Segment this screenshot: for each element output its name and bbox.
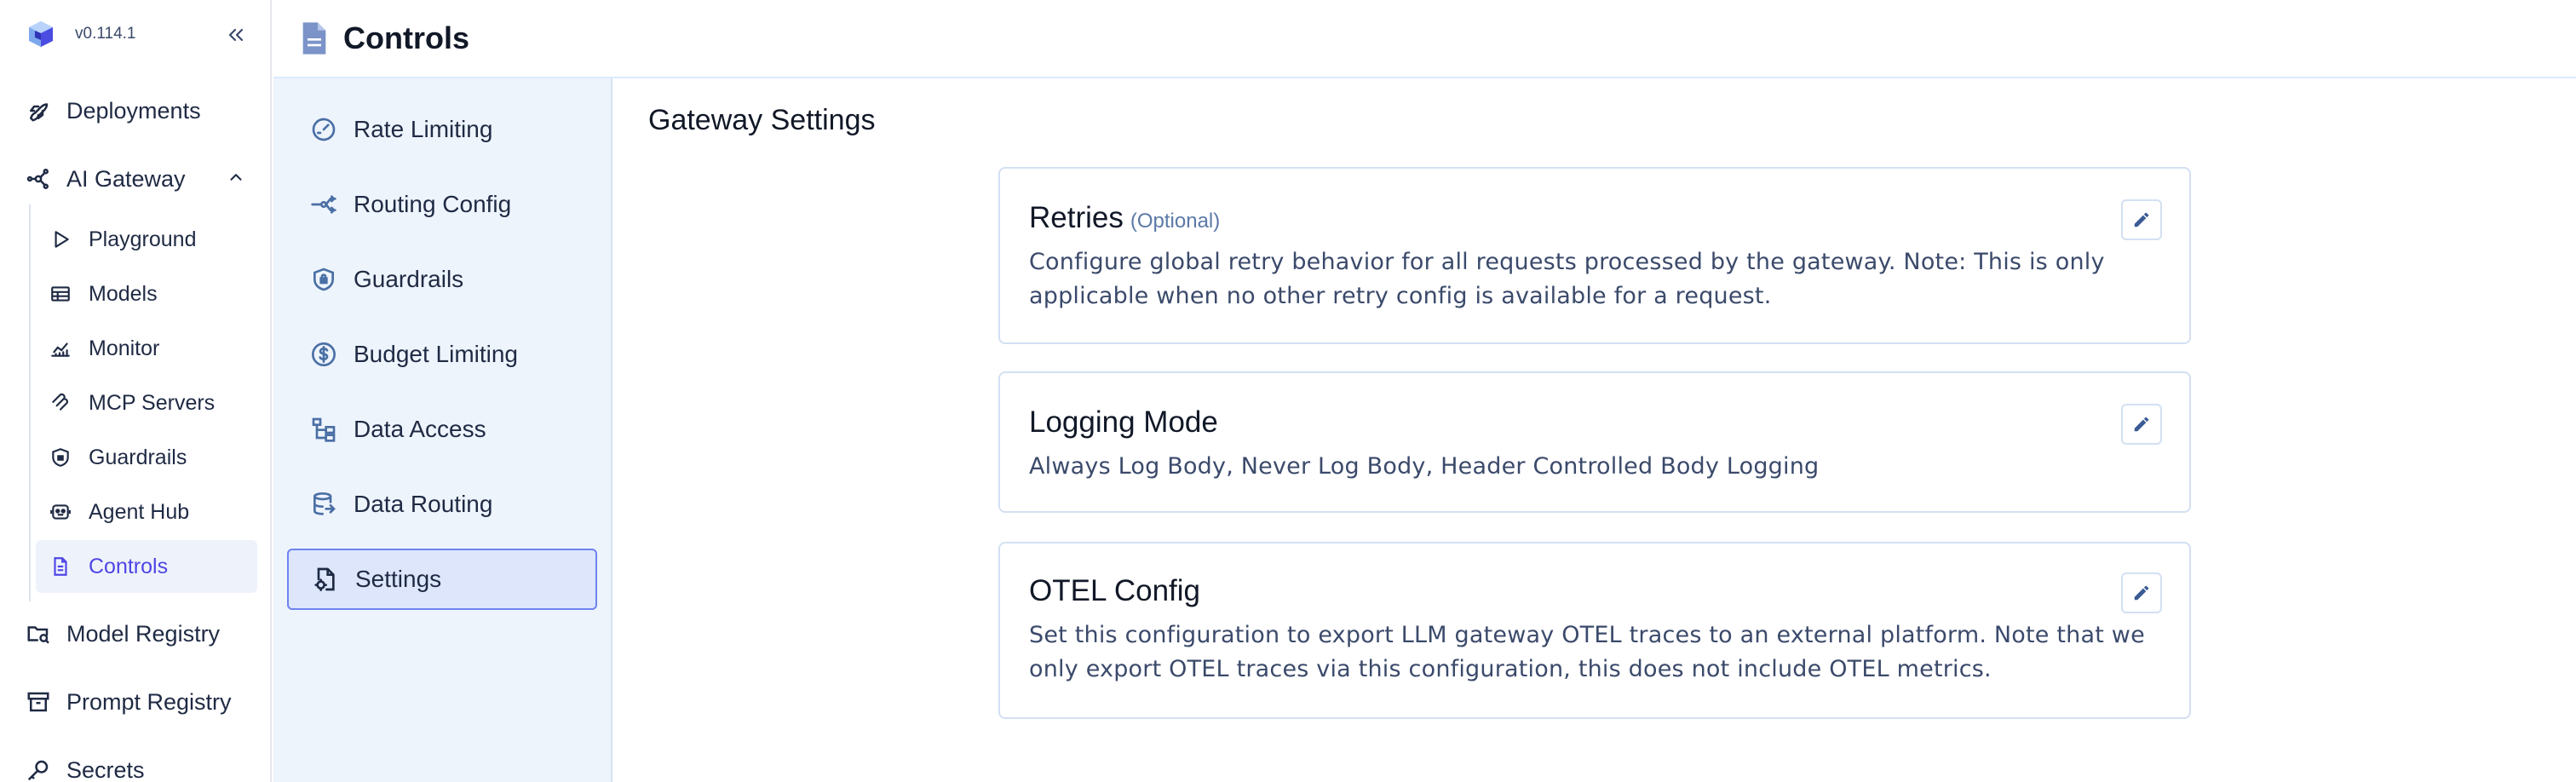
menu-item-label: Guardrails: [354, 266, 464, 292]
rocket-icon: [24, 96, 53, 125]
document-icon: [297, 20, 331, 57]
double-chevron-left-icon: [228, 28, 244, 42]
edit-otel-config-button[interactable]: [2121, 572, 2162, 613]
document-icon: [48, 554, 73, 579]
sidebar-item-label: Monitor: [89, 336, 160, 360]
controls-menu-item-routing-config[interactable]: Routing Config: [287, 174, 597, 235]
controls-menu-item-rate-limiting[interactable]: Rate Limiting: [287, 99, 597, 160]
shield-lock-icon: [309, 265, 338, 294]
nav-item-prompt-registry[interactable]: Prompt Registry: [0, 687, 272, 717]
controls-menu: Rate Limiting Routing Config Guardrails …: [273, 78, 612, 782]
settings-card-retries: Retries (Optional) Configure global retry…: [998, 167, 2191, 344]
nav-item-label: AI Gateway: [66, 165, 186, 192]
pencil-icon: [2134, 212, 2149, 227]
nav-item-label: Model Registry: [66, 620, 221, 647]
menu-item-label: Settings: [355, 566, 442, 592]
routing-icon: [309, 190, 338, 219]
page-title: Controls: [343, 20, 469, 55]
chart-line-icon: [48, 336, 73, 361]
menu-item-label: Budget Limiting: [354, 341, 519, 367]
nav-item-deployments[interactable]: Deployments: [0, 95, 272, 126]
pencil-icon: [2134, 585, 2149, 601]
section-title: Gateway Settings: [648, 104, 876, 136]
nav-item-label: Secrets: [66, 756, 145, 782]
shield-icon: [48, 445, 73, 470]
nav-item-ai-gateway[interactable]: AI Gateway: [0, 164, 272, 194]
sidebar-item-label: Models: [89, 281, 158, 306]
left-nav: v0.114.1 Deployments AI Gateway Playgrou…: [0, 0, 272, 782]
settings-card-logging-mode: Logging Mode Always Log Body, Never Log …: [998, 371, 2191, 513]
main-content: Gateway Settings Retries (Optional) Confi…: [614, 78, 2576, 782]
controls-menu-item-data-routing[interactable]: Data Routing: [287, 474, 597, 535]
nav-item-model-registry[interactable]: Model Registry: [0, 618, 272, 649]
card-title: Retries (Optional): [1029, 201, 1220, 235]
sidebar-item-label: MCP Servers: [89, 390, 216, 415]
menu-item-label: Routing Config: [354, 191, 512, 217]
dollar-circle-icon: [309, 340, 338, 369]
menu-item-label: Rate Limiting: [354, 116, 493, 142]
edit-logging-mode-button[interactable]: [2121, 404, 2162, 445]
card-description: Configure global retry behavior for all …: [1029, 249, 2105, 309]
sidebar-item-models[interactable]: Models: [36, 267, 257, 320]
gateway-nodes-icon: [24, 164, 53, 193]
sidebar-item-mcp-servers[interactable]: MCP Servers: [36, 377, 257, 429]
sidebar-item-label: Playground: [89, 227, 197, 251]
sidebar-item-label: Agent Hub: [89, 499, 190, 524]
card-title: Logging Mode: [1029, 405, 1218, 439]
mcp-icon: [48, 390, 73, 416]
gauge-icon: [309, 115, 338, 144]
play-icon: [48, 227, 73, 252]
nav-item-label: Prompt Registry: [66, 688, 232, 715]
sidebar-item-controls[interactable]: Controls: [36, 540, 257, 593]
controls-menu-item-budget-limiting[interactable]: Budget Limiting: [287, 324, 597, 385]
controls-menu-item-guardrails[interactable]: Guardrails: [287, 249, 597, 310]
optional-label: (Optional): [1130, 210, 1221, 233]
file-settings-icon: [311, 565, 340, 594]
controls-menu-item-settings[interactable]: Settings: [287, 549, 597, 610]
card-description: Set this configuration to export LLM gat…: [1029, 622, 2145, 682]
card-title: OTEL Config: [1029, 574, 1201, 607]
sidebar-item-monitor[interactable]: Monitor: [36, 322, 257, 375]
robot-icon: [48, 499, 73, 525]
sidebar-item-label: Controls: [89, 554, 169, 578]
hierarchy-icon: [309, 415, 338, 444]
version-label: v0.114.1: [75, 25, 136, 43]
folder-search-icon: [24, 619, 53, 648]
database-route-icon: [309, 490, 338, 519]
sidebar-item-playground[interactable]: Playground: [36, 213, 257, 266]
key-icon: [24, 756, 53, 782]
card-title-text: Retries: [1029, 201, 1124, 234]
collapse-sidebar-button[interactable]: [223, 22, 249, 48]
app-root: v0.114.1 Deployments AI Gateway Playgrou…: [0, 0, 2576, 782]
controls-menu-item-data-access[interactable]: Data Access: [287, 399, 597, 460]
chevron-up-icon[interactable]: [227, 168, 245, 191]
pencil-icon: [2134, 417, 2149, 432]
table-icon: [48, 281, 73, 307]
sidebar-item-agent-hub[interactable]: Agent Hub: [36, 486, 257, 538]
brand: v0.114.1: [26, 19, 135, 49]
subtree-line: [29, 204, 31, 601]
sidebar-item-label: Guardrails: [89, 445, 187, 469]
sidebar-item-guardrails[interactable]: Guardrails: [36, 431, 257, 484]
page-header: Controls: [273, 0, 2576, 78]
nav-item-label: Deployments: [66, 97, 201, 124]
menu-item-label: Data Routing: [354, 491, 493, 517]
edit-retries-button[interactable]: [2121, 199, 2162, 240]
settings-card-otel-config: OTEL Config Set this configuration to ex…: [998, 542, 2191, 719]
card-description: Always Log Body, Never Log Body, Header …: [1029, 453, 1820, 480]
truefoundry-cube-logo: [29, 21, 53, 47]
archive-icon: [24, 687, 53, 716]
nav-item-secrets[interactable]: Secrets: [0, 755, 272, 782]
menu-item-label: Data Access: [354, 416, 486, 442]
